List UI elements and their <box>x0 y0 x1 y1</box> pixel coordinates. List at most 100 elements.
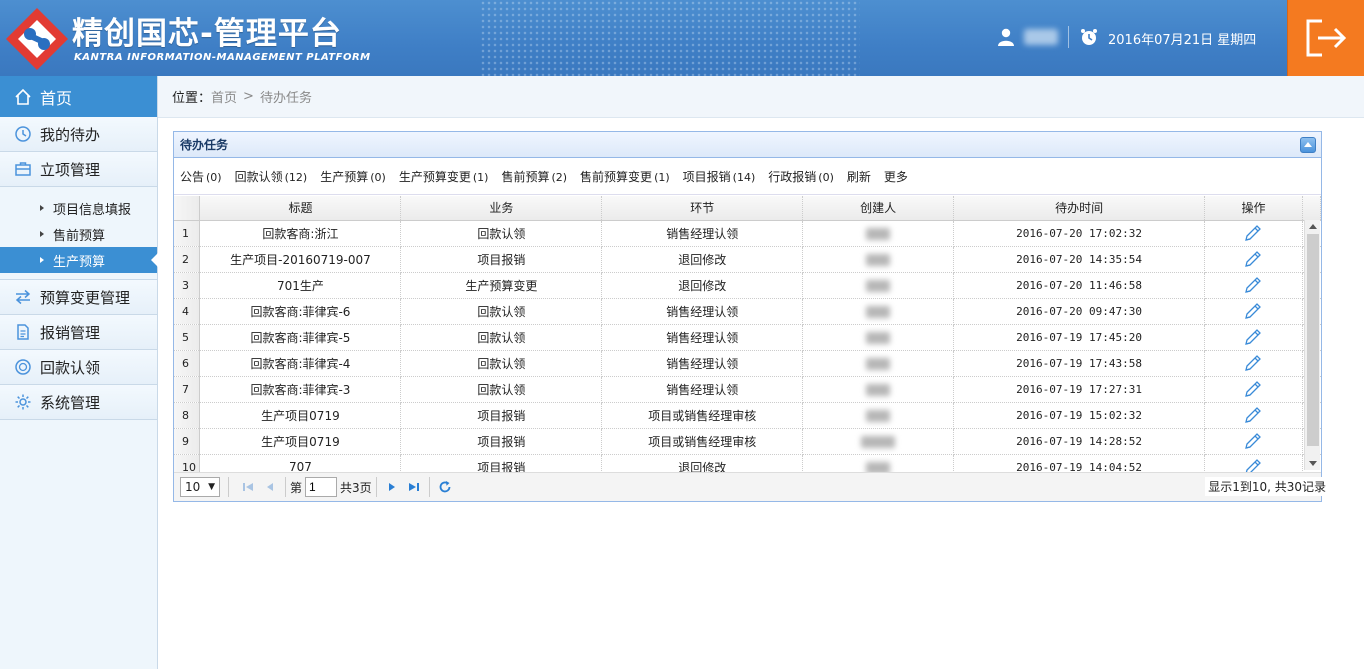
sidebar-item-budget-change[interactable]: 预算变更管理 <box>0 280 157 315</box>
cell-step: 销售经理认领 <box>601 220 804 247</box>
cell-creator <box>802 246 955 273</box>
cell-time: 2016-07-19 15:02:32 <box>953 402 1206 429</box>
todo-grid: 标题 业务 环节 创建人 待办时间 操作 1 回款客商:浙江 回款认领 销售经理认领 2… <box>174 196 1321 472</box>
column-header-creator[interactable]: 创建人 <box>802 196 955 221</box>
row-number: 5 <box>174 324 201 351</box>
tab-label: 生产预算 <box>320 169 369 184</box>
cell-creator <box>802 324 955 351</box>
cell-creator <box>802 350 955 377</box>
clock-icon <box>15 126 31 142</box>
first-page-button[interactable] <box>237 476 259 498</box>
edit-pencil-icon[interactable] <box>1243 405 1263 425</box>
edit-pencil-icon[interactable] <box>1243 275 1263 295</box>
edit-pencil-icon[interactable] <box>1243 327 1263 347</box>
scroll-thumb[interactable] <box>1307 234 1319 446</box>
todo-table: 标题 业务 环节 创建人 待办时间 操作 1 回款客商:浙江 回款认领 销售经理认领 2… <box>174 196 1321 472</box>
cell-title: 回款客商:浙江 <box>199 220 402 247</box>
edit-pencil-icon[interactable] <box>1243 353 1263 373</box>
tab-2[interactable]: 生产预算 (0) <box>320 168 386 185</box>
sidebar-item-project-mgmt[interactable]: 立项管理 <box>0 152 157 187</box>
scroll-down-arrow-icon[interactable] <box>1309 461 1317 466</box>
tab-7[interactable]: 行政报销 (0) <box>768 168 834 185</box>
page-number-input[interactable] <box>305 477 338 497</box>
table-row[interactable]: 2 生产项目-20160719-007 项目报销 退回修改 2016-07-20 14:… <box>174 246 1321 273</box>
edit-pencil-icon[interactable] <box>1243 249 1263 269</box>
logout-button[interactable] <box>1287 0 1364 76</box>
table-row[interactable]: 1 回款客商:浙江 回款认领 销售经理认领 2016-07-20 17:02:32 <box>174 220 1321 247</box>
breadcrumb-separator: > <box>243 89 254 104</box>
edit-pencil-icon[interactable] <box>1243 431 1263 451</box>
scroll-up-arrow-icon[interactable] <box>1309 224 1317 229</box>
creator-name-redacted <box>866 409 891 422</box>
cell-step: 项目或销售经理审核 <box>601 402 804 429</box>
cell-time: 2016-07-20 09:47:30 <box>953 298 1206 325</box>
edit-pencil-icon[interactable] <box>1243 301 1263 321</box>
edit-pencil-icon[interactable] <box>1243 379 1263 399</box>
sidebar: 首页 我的待办 立项管理 项目信息填报 售前预算 生产预算 预算变更管理 报销管… <box>0 76 158 669</box>
edit-pencil-icon[interactable] <box>1243 223 1263 243</box>
table-row[interactable]: 6 回款客商:菲律宾-4 回款认领 销售经理认领 2016-07-19 17:43:58 <box>174 350 1321 377</box>
caret-right-icon <box>40 205 44 211</box>
sidebar-subitem-project-info[interactable]: 项目信息填报 <box>0 195 157 221</box>
page-size-select[interactable]: 10 ▼ <box>180 477 220 497</box>
next-page-button[interactable] <box>381 476 403 498</box>
cell-step: 退回修改 <box>601 246 804 273</box>
tab-0[interactable]: 公告 (0) <box>180 168 222 185</box>
creator-name-redacted <box>866 279 891 292</box>
tab-5[interactable]: 售前预算变更 (1) <box>580 168 670 185</box>
caret-right-icon <box>40 231 44 237</box>
tab-6[interactable]: 项目报销 (14) <box>683 168 756 185</box>
row-number: 8 <box>174 402 201 429</box>
table-header-row: 标题 业务 环节 创建人 待办时间 操作 <box>174 196 1321 221</box>
refresh-icon <box>439 481 451 493</box>
sidebar-item-home[interactable]: 首页 <box>0 76 157 117</box>
row-number: 1 <box>174 220 201 247</box>
tab-count-badge: (1) <box>654 170 670 184</box>
column-header-time[interactable]: 待办时间 <box>953 196 1206 221</box>
sidebar-item-my-todo[interactable]: 我的待办 <box>0 117 157 152</box>
cell-step: 销售经理认领 <box>601 376 804 403</box>
prev-page-button[interactable] <box>259 476 281 498</box>
column-header-title[interactable]: 标题 <box>199 196 402 221</box>
tab-label: 售前预算 <box>501 169 550 184</box>
table-row[interactable]: 9 生产项目0719 项目报销 项目或销售经理审核 2016-07-19 14:28:5… <box>174 428 1321 455</box>
vertical-scrollbar[interactable] <box>1304 220 1320 470</box>
cell-step: 销售经理认领 <box>601 298 804 325</box>
table-row[interactable]: 8 生产项目0719 项目报销 项目或销售经理审核 2016-07-19 15:02:3… <box>174 402 1321 429</box>
sidebar-item-system-mgmt[interactable]: 系统管理 <box>0 385 157 420</box>
coin-icon <box>15 359 31 375</box>
tab-count-badge: (2) <box>551 170 568 184</box>
edit-pencil-icon[interactable] <box>1243 457 1263 472</box>
tab-4[interactable]: 售前预算 (2) <box>501 168 567 185</box>
collapse-button[interactable] <box>1300 137 1316 153</box>
last-page-button[interactable] <box>403 476 425 498</box>
cell-title: 回款客商:菲律宾-6 <box>199 298 402 325</box>
tab-3[interactable]: 生产预算变更 (1) <box>399 168 489 185</box>
pager-divider <box>285 477 286 497</box>
breadcrumb-home-link[interactable]: 首页 <box>211 87 237 106</box>
sidebar-item-payment-claim[interactable]: 回款认领 <box>0 350 157 385</box>
breadcrumb-label: 位置： <box>172 91 212 106</box>
column-header-step[interactable]: 环节 <box>601 196 804 221</box>
table-row[interactable]: 4 回款客商:菲律宾-6 回款认领 销售经理认领 2016-07-20 09:47:30 <box>174 298 1321 325</box>
tab-1[interactable]: 回款认领 (12) <box>235 168 308 185</box>
refresh-button[interactable] <box>434 476 456 498</box>
record-info: 显示1到10, 共30记录 <box>1205 477 1329 496</box>
sidebar-item-label: 预算变更管理 <box>40 288 131 307</box>
sidebar-subitem-production-budget[interactable]: 生产预算 <box>0 247 158 273</box>
sidebar-subitem-presale-budget[interactable]: 售前预算 <box>0 221 157 247</box>
cell-action <box>1204 376 1303 403</box>
sidebar-item-label: 首页 <box>40 88 73 108</box>
table-row[interactable]: 10 707 项目报销 退回修改 2016-07-19 14:04:52 <box>174 454 1321 472</box>
user-name-redacted[interactable] <box>1024 29 1058 45</box>
sidebar-item-reimbursement[interactable]: 报销管理 <box>0 315 157 350</box>
table-row[interactable]: 3 701生产 生产预算变更 退回修改 2016-07-20 11:46:58 <box>174 272 1321 299</box>
cell-title: 707 <box>199 454 402 472</box>
table-row[interactable]: 7 回款客商:菲律宾-3 回款认领 销售经理认领 2016-07-19 17:27:31 <box>174 376 1321 403</box>
tab-8[interactable]: 刷新 <box>847 168 871 185</box>
creator-name-redacted <box>866 461 891 472</box>
table-row[interactable]: 5 回款客商:菲律宾-5 回款认领 销售经理认领 2016-07-19 17:45:20 <box>174 324 1321 351</box>
tab-9[interactable]: 更多 <box>884 168 908 185</box>
cell-creator <box>802 402 955 429</box>
column-header-business[interactable]: 业务 <box>400 196 603 221</box>
